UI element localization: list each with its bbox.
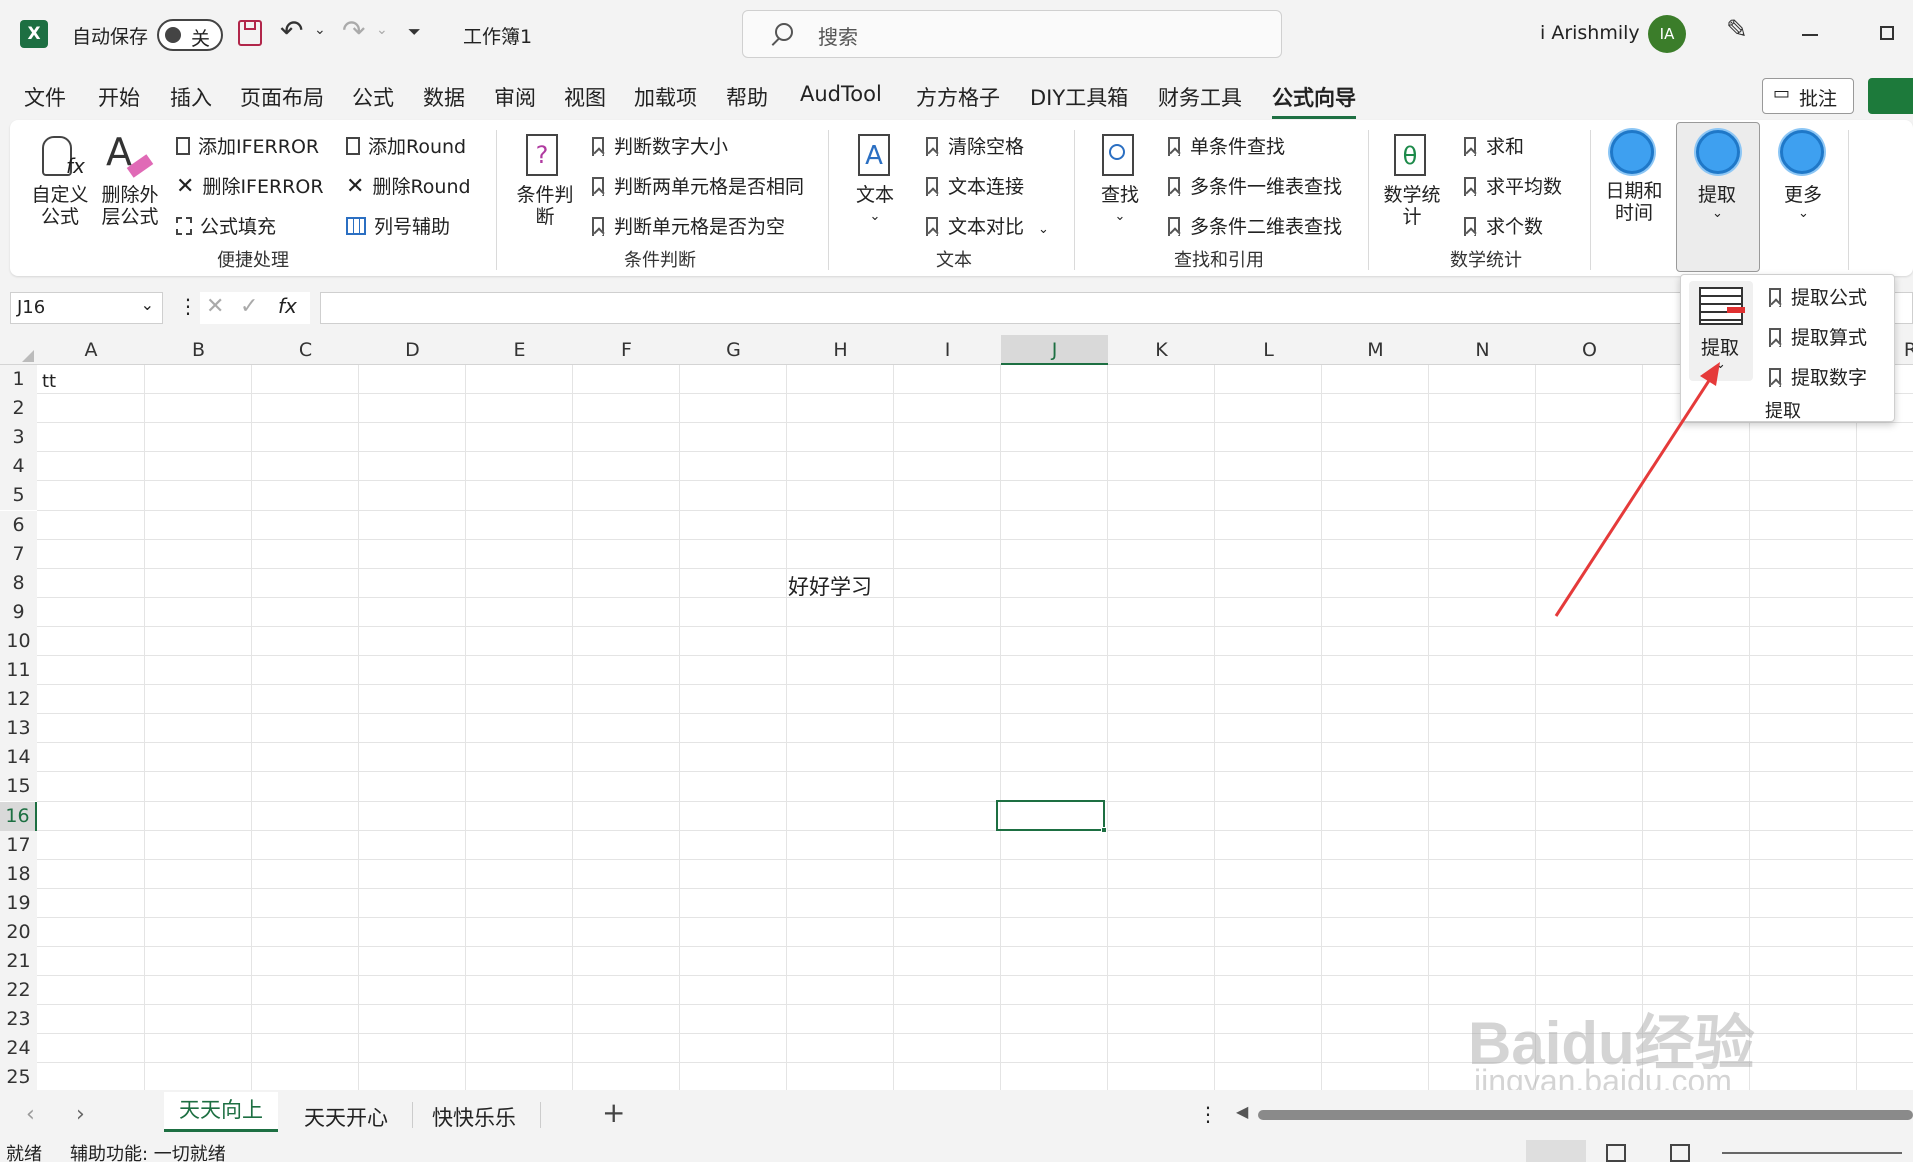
sheet-tab-label: 天天向上: [179, 1098, 263, 1122]
more-options-icon[interactable]: ⋮: [1198, 1102, 1218, 1126]
accessibility-status[interactable]: 辅助功能: 一切就绪: [70, 1140, 226, 1162]
tab-divider: [412, 1102, 413, 1128]
status-bar: 就绪 辅助功能: 一切就绪: [0, 1140, 1913, 1162]
scroll-right-icon[interactable]: ›: [76, 1102, 85, 1127]
annotation-arrow: [1554, 362, 1720, 617]
arrow-shaft: [1554, 375, 1714, 617]
zoom-slider[interactable]: [1722, 1152, 1902, 1154]
normal-view-button[interactable]: [1526, 1140, 1586, 1162]
page-layout-view-icon[interactable]: [1606, 1144, 1626, 1162]
scroll-left-icon[interactable]: ‹: [26, 1102, 35, 1127]
arrow-head: [1700, 362, 1720, 386]
sheet-tab-bar: ‹ › 天天向上 天天开心 快快乐乐 + ⋮ ◀: [0, 1090, 1913, 1140]
hscroll-left-icon[interactable]: ◀: [1236, 1102, 1248, 1121]
excel-window: X 自动保存 关 ↶ ⌄ ↷ ⌄ ⏷ 工作簿1 搜索 i Arishmily I…: [0, 0, 1913, 1162]
sheet-tab-3[interactable]: 快快乐乐: [432, 1102, 516, 1132]
page-break-view-icon[interactable]: [1670, 1144, 1690, 1162]
status-ready: 就绪: [6, 1144, 42, 1162]
sheet-tab-active[interactable]: 天天向上: [164, 1092, 278, 1132]
horizontal-scrollbar-thumb[interactable]: [1258, 1110, 1913, 1120]
add-sheet-icon[interactable]: +: [602, 1096, 625, 1129]
tab-divider: [540, 1102, 541, 1128]
sheet-tab-2[interactable]: 天天开心: [304, 1102, 388, 1132]
